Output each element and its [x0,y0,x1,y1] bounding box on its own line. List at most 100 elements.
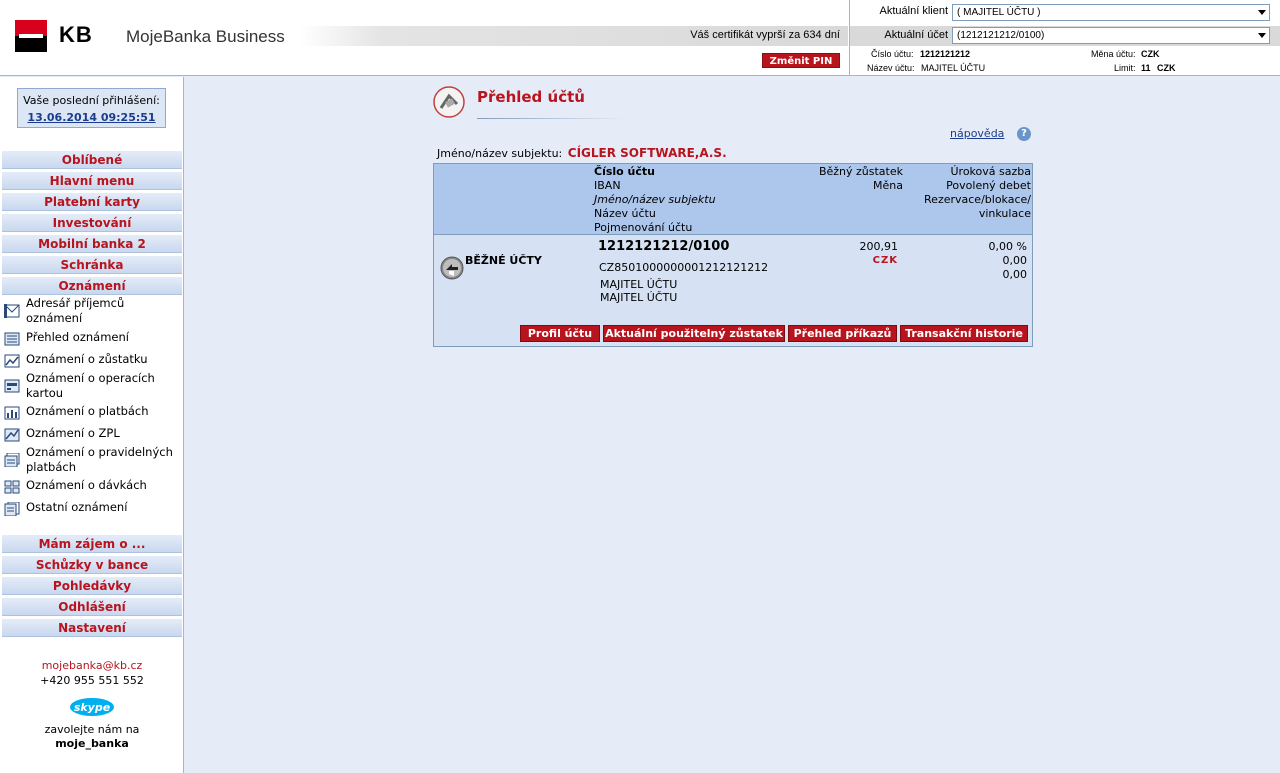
menu-meetings[interactable]: Schůzky v bance [2,555,182,574]
menu-settings[interactable]: Nastavení [2,618,182,637]
contact-phone: +420 955 551 552 [40,674,144,687]
accounts-overview-icon [433,86,465,118]
menu-main[interactable]: Hlavní menu [2,171,182,190]
account-reserve: 0,00 [1002,268,1028,281]
chart-icon [4,354,20,368]
account-select-value: (1212121212/0100) [957,30,1045,41]
sidebar: Vaše poslední přihlášení: 13.06.2014 09:… [0,77,184,773]
logo-text: KB [59,22,93,47]
menu-receivables[interactable]: Pohledávky [2,576,182,595]
account-number-label: Číslo účtu: [871,49,914,59]
menu-mobile-bank[interactable]: Mobilní banka 2 [2,234,182,253]
account-name-label: Název účtu: [867,63,915,73]
sub-item-zpl[interactable]: Oznámení o ZPL [4,426,182,444]
header-overdraft: Povolený debet [946,179,1031,192]
header-rate: Úroková sazba [950,165,1032,178]
help-icon[interactable]: ? [1017,127,1031,141]
header-subject-name: Jméno/název subjektu [594,193,716,206]
title-underline [477,118,627,119]
docs-icon [4,453,20,467]
account-number-link[interactable]: 1212121212/0100 [598,240,729,254]
subject-line: Jméno/název subjektu: CÍGLER SOFTWARE,A.… [437,146,727,160]
kb-logo-icon [15,20,47,52]
account-overdraft: 0,00 [1002,254,1028,267]
account-profile-button[interactable]: Profil účtu [520,325,600,342]
account-select[interactable]: (1212121212/0100) [952,27,1270,44]
account-owner-name: MAJITEL ÚČTU [600,291,678,304]
contact-email[interactable]: mojebanka@kb.cz [0,659,184,672]
sub-item-card-ops[interactable]: Oznámení o operacích kartou [4,371,182,401]
menu-notifications[interactable]: Oznámení [2,276,182,295]
sub-item-label: Přehled oznámení [26,330,129,344]
header: KB MojeBanka Business Váš certifikát vyp… [0,0,1280,76]
account-type: BĚŽNÉ ÚČTY [465,254,542,267]
skype-username: moje_banka [55,737,129,750]
account-rate: 0,00 % [988,240,1027,253]
sub-item-balance[interactable]: Oznámení o zůstatku [4,352,182,370]
limit-value: 11 [1141,63,1151,73]
sub-item-label: Ostatní oznámení [26,500,128,514]
menu-logout[interactable]: Odhlášení [2,597,182,616]
account-currency: CZK [872,255,898,266]
subject-name: CÍGLER SOFTWARE,A.S. [567,146,727,160]
client-panel: Aktuální klient ( MAJITEL ÚČTU ) Aktuáln… [849,0,1280,76]
brand-name: MojeBanka Business [126,27,285,46]
sub-item-regular-payments[interactable]: Oznámení o pravidelných platbách [4,445,182,475]
header-reserve: Rezervace/blokace/ [924,193,1031,206]
header-account-alias: Pojmenování účtu [594,221,693,234]
client-label: Aktuální klient [879,5,948,17]
sub-item-label: Oznámení o dávkách [26,478,147,492]
limit-currency: CZK [1157,63,1176,73]
contact-box: mojebanka@kb.cz +420 955 551 552 skype z… [0,659,184,750]
menu-favorites[interactable]: Oblíbené [2,150,182,169]
transaction-history-button[interactable]: Transakční historie [900,325,1028,342]
sub-item-label: Adresář příjemců oznámení [26,296,125,325]
account-name-value: MAJITEL ÚČTU [921,63,986,73]
sub-item-batches[interactable]: Oznámení o dávkách [4,478,182,496]
sub-item-other[interactable]: Ostatní oznámení [4,500,182,518]
client-select-value: ( MAJITEL ÚČTU ) [957,7,1041,18]
currency-value: CZK [1141,49,1160,59]
skype-call-text: zavolejte nám na [44,723,140,736]
header-account-name: Název účtu [594,207,656,220]
help-link[interactable]: nápověda [950,127,1004,140]
header-iban: IBAN [594,179,621,192]
header-reserve-2: vinkulace [978,207,1031,220]
svg-text:skype: skype [74,701,111,714]
subject-label: Jméno/název subjektu: [437,147,563,160]
client-select[interactable]: ( MAJITEL ÚČTU ) [952,4,1270,21]
skype-logo-icon[interactable]: skype [69,697,115,717]
header-balance: Běžný zůstatek [818,165,903,178]
available-balance-button[interactable]: Aktuální použitelný zůstatek [603,325,785,342]
account-balance: 200,91 [859,240,899,253]
certificate-bar: Váš certifikát vyprší za 634 dní [300,26,848,46]
orders-overview-button[interactable]: Přehled příkazů [788,325,897,342]
sub-item-payments[interactable]: Oznámení o platbách [4,404,182,422]
batch-icon [4,480,20,494]
accounts-table: Číslo účtu IBAN Jméno/název subjektu Náz… [433,163,1033,347]
doc-icon [4,502,20,516]
page-title: Přehled účtů [477,88,585,106]
account-iban: CZ8501000000001212121212 [599,261,769,274]
account-owner: MAJITEL ÚČTU [600,278,678,291]
currency-label: Měna účtu: [1091,49,1136,59]
last-login-link[interactable]: 13.06.2014 09:25:51 [18,111,165,124]
menu-investing[interactable]: Investování [2,213,182,232]
menu-inbox[interactable]: Schránka [2,255,182,274]
menu-payment-cards[interactable]: Platební karty [2,192,182,211]
table-header: Číslo účtu IBAN Jméno/název subjektu Náz… [434,164,1032,235]
limit-label: Limit: [1114,63,1136,73]
sub-item-overview[interactable]: Přehled oznámení [4,330,182,348]
sub-item-label: Oznámení o zůstatku [26,352,148,366]
last-login-label: Vaše poslední přihlášení: [23,94,160,107]
change-pin-button[interactable]: Změnit PIN [762,53,840,68]
menu-interested[interactable]: Mám zájem o ... [2,534,182,553]
account-number-value: 1212121212 [920,49,971,59]
sub-item-label: Oznámení o platbách [26,404,149,418]
sub-item-recipients[interactable]: Adresář příjemců oznámení [4,296,182,326]
card-icon [4,379,20,393]
address-book-icon [4,304,20,318]
bar-chart-icon [4,406,20,420]
transfer-arrows-icon[interactable] [440,256,464,280]
header-account-number: Číslo účtu [594,165,655,178]
